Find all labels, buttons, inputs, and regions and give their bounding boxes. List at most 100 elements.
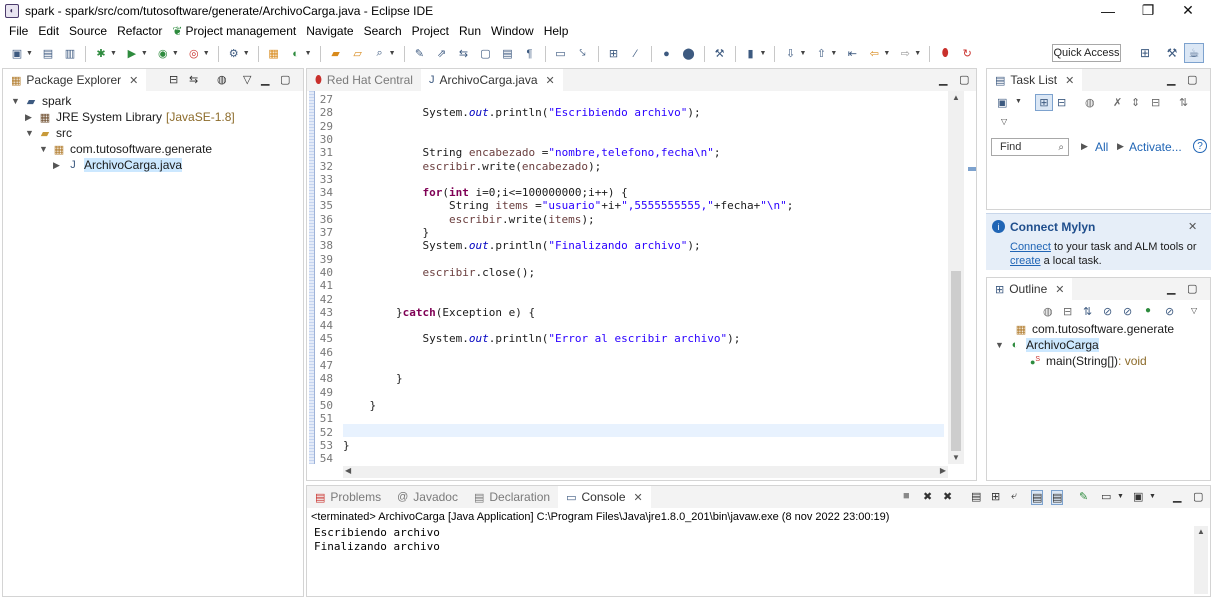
chevron-right-icon[interactable]: ▶ — [53, 160, 65, 171]
create-link[interactable]: create — [1010, 255, 1041, 267]
close-icon[interactable]: ✕ — [1055, 283, 1064, 296]
debug-dropdown-icon[interactable]: ▼ — [110, 50, 117, 57]
close-button[interactable]: ✕ — [1168, 0, 1208, 21]
new-task-dropdown-icon[interactable]: ▼ — [1015, 98, 1022, 105]
word-wrap-icon[interactable]: ⤶ — [1011, 490, 1017, 503]
new-icon[interactable]: ▣ — [9, 46, 25, 62]
maximize-view-icon[interactable]: ▢ — [959, 73, 969, 86]
tab-package-explorer[interactable]: ▦ Package Explorer ✕ — [3, 69, 147, 91]
tab-declaration[interactable]: ▤ Declaration — [466, 486, 558, 508]
menu-refactor[interactable]: Refactor — [112, 24, 167, 38]
tab-console[interactable]: ▭ Console ✕ — [558, 486, 651, 508]
chevron-down-icon[interactable]: ▼ — [25, 128, 37, 138]
code-line[interactable]: 40 escribir.close(); — [315, 266, 535, 279]
outline-item-method[interactable]: ●S main(String[]) : void — [1027, 353, 1147, 369]
back-icon[interactable]: ⇦ — [866, 46, 882, 62]
prev-annotation-icon[interactable]: ⇧ — [813, 46, 829, 62]
outline-item-package[interactable]: ▦ com.tutosoftware.generate — [1013, 321, 1174, 337]
server-icon[interactable]: ⚙ — [226, 46, 242, 62]
prev-annotation-dropdown-icon[interactable]: ▼ — [830, 50, 837, 57]
sort-icon[interactable]: ⇅ — [1083, 305, 1092, 318]
code-line[interactable]: 44 — [315, 319, 343, 332]
show-whitespace-icon[interactable]: ▤ — [500, 46, 516, 62]
tab-red-hat-central[interactable]: ⬮ Red Hat Central — [307, 69, 421, 91]
outline-item-class[interactable]: ▼ ◐ ArchivoCarga — [995, 337, 1099, 353]
scroll-thumb[interactable] — [951, 271, 961, 451]
overview-ruler-marker[interactable] — [968, 167, 976, 171]
restore-button[interactable]: ❐ — [1128, 0, 1168, 21]
code-line[interactable]: 27 — [315, 93, 343, 106]
next-annotation-dropdown-icon[interactable]: ▼ — [799, 50, 806, 57]
run-dropdown-icon[interactable]: ▼ — [141, 50, 148, 57]
remove-launch-icon[interactable]: ✖ — [923, 490, 932, 503]
code-line[interactable]: 54 — [315, 452, 343, 465]
vertical-scrollbar[interactable]: ▲ ▼ — [948, 91, 964, 464]
paragraph-icon[interactable]: ¶ — [522, 46, 538, 62]
pin-icon[interactable]: ✎ — [412, 46, 428, 62]
close-icon[interactable]: ✕ — [1065, 74, 1074, 87]
code-line[interactable]: 52 — [315, 426, 343, 439]
collapse-all-icon[interactable]: ⊟ — [169, 73, 178, 86]
focus-icon[interactable]: ◍ — [217, 73, 227, 86]
save-icon[interactable]: ▤ — [40, 46, 56, 62]
code-line[interactable]: 29 — [315, 120, 343, 133]
minimize-view-icon[interactable]: ▁ — [939, 73, 947, 86]
tab-problems[interactable]: ▤ Problems — [307, 486, 389, 508]
remove-all-launches-icon[interactable]: ✖ — [943, 490, 952, 503]
menu-run[interactable]: Run — [454, 24, 486, 38]
find-input[interactable]: Find ⌕ — [991, 138, 1069, 156]
menu-source[interactable]: Source — [64, 24, 112, 38]
console-vertical-scrollbar[interactable]: ▲ — [1194, 526, 1208, 594]
code-line[interactable]: 49 — [315, 386, 343, 399]
coverage-dropdown-icon[interactable]: ▼ — [172, 50, 179, 57]
close-icon[interactable]: ✕ — [546, 74, 555, 87]
menu-project[interactable]: Project — [407, 24, 454, 38]
hierarchy-icon[interactable]: ⊞ — [606, 46, 622, 62]
horizontal-scrollbar[interactable]: ◀ ▶ — [343, 466, 948, 478]
minimize-view-icon[interactable]: ▁ — [1167, 282, 1175, 295]
menu-file[interactable]: File — [4, 24, 33, 38]
activate-task-link[interactable]: Activate... — [1129, 140, 1182, 154]
server-dropdown-icon[interactable]: ▼ — [243, 50, 250, 57]
tree-item-java-file[interactable]: ▶ J ArchivoCarga.java — [53, 157, 183, 173]
search-icon[interactable]: ⌕ — [372, 46, 388, 62]
next-annotation-icon[interactable]: ⇩ — [782, 46, 798, 62]
code-line[interactable]: 38 System.out.println("Finalizando archi… — [315, 239, 701, 252]
chevron-right-icon[interactable]: ▶ — [25, 112, 37, 123]
save-all-icon[interactable]: ▥ — [62, 46, 78, 62]
hide-fields-icon[interactable]: ⊘ — [1103, 305, 1112, 318]
code-line[interactable]: 36 escribir.write(items); — [315, 213, 595, 226]
maximize-view-icon[interactable]: ▢ — [1187, 282, 1197, 295]
tree-item-project[interactable]: ▼ ▰ spark — [11, 93, 71, 109]
maximize-view-icon[interactable]: ▢ — [1193, 490, 1203, 503]
minimize-view-icon[interactable]: ▁ — [1167, 73, 1175, 86]
forward-dropdown-icon[interactable]: ▼ — [914, 50, 921, 57]
java-perspective-icon[interactable]: ☕ — [1184, 43, 1204, 63]
run-icon[interactable]: ▶ — [124, 46, 140, 62]
new-class-dropdown-icon[interactable]: ▼ — [305, 50, 312, 57]
java-ee-perspective-icon[interactable]: ⚒ — [1162, 43, 1182, 63]
code-line[interactable]: 47 — [315, 359, 343, 372]
code-line[interactable]: 33 — [315, 173, 343, 186]
tab-javadoc[interactable]: @ Javadoc — [389, 486, 466, 508]
hide-static-icon[interactable]: ⊘ — [1123, 305, 1132, 318]
close-icon[interactable]: ✕ — [129, 74, 138, 87]
open-folder-icon[interactable]: ▱ — [350, 46, 366, 62]
last-edit-icon[interactable]: ⇤ — [844, 46, 860, 62]
open-type-icon[interactable]: ▰ — [328, 46, 344, 62]
menu-help[interactable]: Help — [539, 24, 574, 38]
terminate-icon[interactable]: ■ — [903, 490, 910, 502]
code-line[interactable]: 45 System.out.println("Error al escribir… — [315, 332, 741, 345]
code-line[interactable]: 51 — [315, 412, 343, 425]
redhat-icon[interactable]: ⬮ — [937, 46, 953, 62]
code-line[interactable]: 50 } — [315, 399, 376, 412]
code-line[interactable]: 41 — [315, 279, 343, 292]
code-line[interactable]: 37 } — [315, 226, 429, 239]
terminal-icon[interactable]: ▭ — [553, 46, 569, 62]
view-menu-icon[interactable]: ▽ — [243, 73, 251, 86]
refresh-icon[interactable]: ↻ — [959, 46, 975, 62]
synchronize-icon[interactable]: ⇅ — [1179, 96, 1188, 109]
code-line[interactable]: 39 — [315, 253, 343, 266]
close-icon[interactable]: ✕ — [1188, 220, 1197, 233]
code-line[interactable]: 30 — [315, 133, 343, 146]
